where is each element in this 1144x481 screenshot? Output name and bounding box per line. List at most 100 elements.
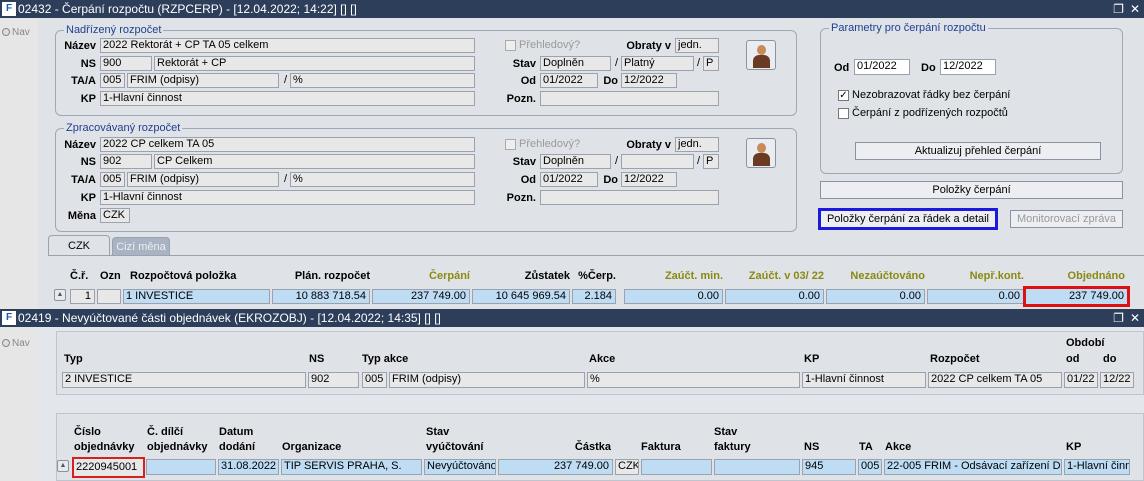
row-pct[interactable]: 2.184: [572, 289, 616, 304]
amount-field[interactable]: 237 749.00: [498, 459, 613, 475]
processed-kp-field[interactable]: 1-Hlavní činnost: [100, 190, 475, 205]
scroll-up-icon[interactable]: ▲: [57, 460, 69, 472]
parent-ns-name[interactable]: Rektorát + CP: [154, 56, 475, 71]
order-ta-field[interactable]: 005: [858, 459, 882, 475]
row-zauct-v[interactable]: 0.00: [725, 289, 824, 304]
col-stav-line2: vyúčtování: [426, 441, 484, 453]
parent-pozn-field[interactable]: [540, 91, 719, 106]
restore-icon[interactable]: ❐: [1113, 311, 1124, 325]
parent-stav2-field[interactable]: Platný: [621, 56, 694, 71]
processed-a-field[interactable]: %: [290, 172, 475, 187]
processed-od-field[interactable]: 01/2022: [540, 172, 598, 187]
parent-kp-field[interactable]: 1-Hlavní činnost: [100, 91, 475, 106]
filter-typ-akce-code[interactable]: 005: [362, 372, 387, 388]
processed-stav3-field[interactable]: P: [703, 154, 719, 169]
processed-ns-code[interactable]: 902: [100, 154, 152, 169]
parent-obraty-field[interactable]: jedn.: [675, 38, 719, 53]
filter-do[interactable]: 12/22: [1100, 372, 1134, 388]
nav-toggle[interactable]: Nav: [0, 338, 38, 349]
processed-ta-code[interactable]: 005: [100, 172, 125, 187]
processed-ta-name[interactable]: FRIM (odpisy): [127, 172, 279, 187]
col-objednano: Objednáno: [1067, 270, 1125, 282]
filter-typ-akce[interactable]: FRIM (odpisy): [389, 372, 585, 388]
parent-stav-field[interactable]: Doplněn: [540, 56, 611, 71]
processed-prehledovy-checkbox[interactable]: [505, 139, 516, 150]
invoice-field[interactable]: [641, 459, 712, 475]
processed-stav-field[interactable]: Doplněn: [540, 154, 611, 169]
parent-stav3-field[interactable]: P: [703, 56, 719, 71]
row-zauct-min[interactable]: 0.00: [624, 289, 723, 304]
row-zustatek[interactable]: 10 645 969.54: [472, 289, 570, 304]
nav-toggle[interactable]: Nav: [0, 27, 38, 38]
rozpocet-label: Rozpočet: [930, 353, 980, 365]
filter-typ[interactable]: 2 INVESTICE: [62, 372, 306, 388]
row-cerpani[interactable]: 237 749.00: [372, 289, 470, 304]
parent-ta-code[interactable]: 005: [100, 73, 125, 88]
row-ozn[interactable]: [97, 289, 121, 304]
items-row-detail-button[interactable]: Položky čerpání za řádek a detail: [818, 208, 998, 230]
row-polozka[interactable]: 1 INVESTICE: [123, 289, 270, 304]
close-icon[interactable]: ✕: [1130, 311, 1140, 325]
organization-field[interactable]: TIP SERVIS PRAHA, S.: [281, 459, 422, 475]
hide-empty-checkbox[interactable]: ✓: [838, 90, 849, 101]
delivery-date-field[interactable]: 31.08.2022: [218, 459, 279, 475]
order-akce-field[interactable]: 22-005 FRIM - Odsávací zařízení DI: [884, 459, 1062, 475]
row-plan[interactable]: 10 883 718.54: [272, 289, 370, 304]
tab-czk[interactable]: CZK: [48, 235, 110, 255]
filter-od[interactable]: 01/22: [1064, 372, 1098, 388]
sub-budgets-checkbox[interactable]: [838, 108, 849, 119]
params-od-input[interactable]: 01/2022: [854, 59, 910, 75]
processed-person-button[interactable]: [746, 138, 776, 168]
row-cr[interactable]: 1: [70, 289, 95, 304]
order-number-field[interactable]: 2220945001: [72, 457, 145, 478]
filter-ns[interactable]: 902: [308, 372, 359, 388]
slash-separator: /: [615, 57, 619, 69]
window2-title: 02419 - Nevyúčtované části objednávek (E…: [18, 311, 441, 325]
parent-ns-code[interactable]: 900: [100, 56, 152, 71]
restore-icon[interactable]: ❐: [1113, 2, 1124, 16]
params-do-input[interactable]: 12/2022: [940, 59, 996, 75]
budget-items-button[interactable]: Položky čerpání: [820, 181, 1123, 199]
window1-titlebar[interactable]: F 02432 - Čerpání rozpočtu (RZPCERP) - […: [0, 0, 1144, 18]
settlement-status-field[interactable]: Nevyúčtováno: [424, 459, 496, 475]
processed-nazev-field[interactable]: 2022 CP celkem TA 05: [100, 137, 475, 152]
filter-akce[interactable]: %: [587, 372, 800, 388]
filter-kp[interactable]: 1-Hlavní činnost: [802, 372, 926, 388]
filter-rozpocet[interactable]: 2022 CP celkem TA 05: [928, 372, 1062, 388]
order-kp-field[interactable]: 1-Hlavní činnost: [1064, 459, 1130, 475]
scroll-up-icon[interactable]: ▲: [54, 289, 66, 301]
processed-obraty-field[interactable]: jedn.: [675, 137, 719, 152]
params-title: Parametry pro čerpání rozpočtu: [829, 22, 988, 34]
col-zauct-min: Zaúčt. min.: [664, 270, 723, 282]
hide-empty-label: Nezobrazovat řádky bez čerpání: [852, 89, 1011, 101]
order-part-field[interactable]: [146, 459, 216, 475]
parent-ta-name[interactable]: FRIM (odpisy): [127, 73, 279, 88]
params-od-label: Od: [834, 62, 850, 74]
processed-do-field[interactable]: 12/2022: [621, 172, 677, 187]
close-icon[interactable]: ✕: [1130, 2, 1140, 16]
tab-foreign-currency[interactable]: Cizí měna: [112, 237, 170, 255]
parent-a-field[interactable]: %: [290, 73, 475, 88]
order-ns-field[interactable]: 945: [802, 459, 856, 475]
col-pct: %Čerp.: [578, 270, 616, 282]
row-neprkont[interactable]: 0.00: [927, 289, 1024, 304]
processed-stav2-field[interactable]: [621, 154, 694, 169]
parent-person-button[interactable]: [746, 40, 776, 70]
person-icon: [757, 143, 766, 153]
invoice-status-field[interactable]: [714, 459, 800, 475]
window2-titlebar[interactable]: F 02419 - Nevyúčtované části objednávek …: [0, 309, 1144, 327]
parent-do-field[interactable]: 12/2022: [621, 73, 677, 88]
parent-od-field[interactable]: 01/2022: [540, 73, 598, 88]
parent-prehledovy-checkbox[interactable]: [505, 40, 516, 51]
row-objednano[interactable]: 237 749.00: [1023, 286, 1130, 307]
processed-ns-name[interactable]: CP Celkem: [154, 154, 475, 169]
parent-nazev-field[interactable]: 2022 Rektorát + CP TA 05 celkem: [100, 38, 475, 53]
currency-field[interactable]: CZK: [615, 459, 639, 475]
processed-mena-field[interactable]: CZK: [100, 208, 130, 223]
refresh-overview-button[interactable]: Aktualizuj přehled čerpání: [855, 142, 1101, 160]
radio-icon: [2, 28, 10, 36]
slash-separator: /: [284, 173, 288, 185]
row-nezauct[interactable]: 0.00: [826, 289, 925, 304]
processed-pozn-field[interactable]: [540, 190, 719, 205]
monitoring-report-button[interactable]: Monitorovací zpráva: [1010, 210, 1123, 228]
